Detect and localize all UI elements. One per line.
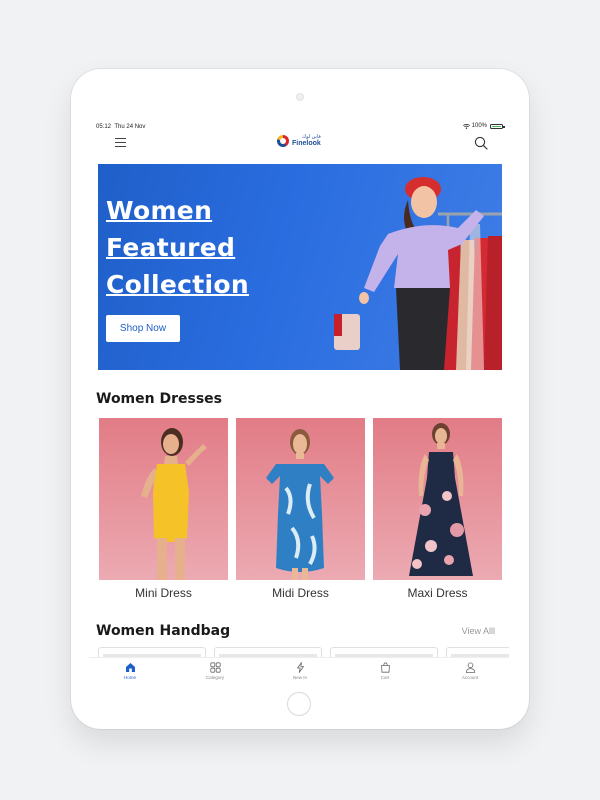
shop-now-button[interactable]: Shop Now bbox=[106, 315, 180, 342]
dress-card-mini[interactable]: Mini Dress bbox=[99, 418, 228, 600]
women-dresses-title: Women Dresses bbox=[96, 391, 222, 407]
status-time: 05:12 bbox=[96, 124, 112, 130]
tab-cart[interactable]: Cart bbox=[355, 662, 415, 680]
battery-icon bbox=[490, 123, 505, 129]
maxi-dress-image bbox=[409, 423, 473, 576]
tab-account[interactable]: Account bbox=[440, 662, 500, 680]
tab-home[interactable]: Home bbox=[100, 662, 160, 680]
tab-label: New In bbox=[292, 675, 307, 680]
lightning-icon bbox=[296, 662, 304, 673]
tab-category[interactable]: Category bbox=[185, 662, 245, 680]
tab-label: Account bbox=[461, 675, 479, 680]
device-home-button[interactable] bbox=[287, 692, 311, 716]
tab-new-in[interactable]: New In bbox=[270, 662, 330, 680]
app-header: فاين لوك Finelook bbox=[89, 132, 509, 154]
dress-card-list: Mini Dress Midi Dress Maxi Dress bbox=[99, 418, 509, 608]
mini-dress bbox=[153, 464, 189, 542]
tab-label: Category bbox=[205, 675, 225, 680]
menu-icon[interactable] bbox=[115, 138, 126, 147]
banner-title: Women Featured Collection bbox=[106, 196, 249, 299]
women-handbag-title: Women Handbag bbox=[96, 623, 231, 639]
dress-card-midi[interactable]: Midi Dress bbox=[236, 418, 365, 600]
banner-model-image bbox=[334, 177, 502, 370]
user-icon bbox=[465, 662, 475, 673]
dress-card-label: Midi Dress bbox=[272, 586, 329, 600]
shopping-bag-icon bbox=[380, 662, 390, 673]
home-icon bbox=[125, 663, 135, 672]
camera bbox=[296, 93, 304, 101]
hero-banner[interactable]: Women Featured Collection Shop Now bbox=[98, 164, 502, 370]
tab-label: Home bbox=[123, 675, 136, 680]
logo-mark-icon bbox=[277, 135, 289, 147]
search-icon[interactable] bbox=[474, 136, 488, 150]
app-screen: 05:12 Thu 24 Nov 100% فاين لوك Finelook bbox=[89, 120, 509, 688]
brand-logo[interactable]: فاين لوك Finelook bbox=[277, 135, 321, 147]
midi-dress-image bbox=[266, 429, 334, 580]
dress-card-label: Maxi Dress bbox=[407, 586, 468, 600]
dress-card-maxi[interactable]: Maxi Dress bbox=[373, 418, 502, 600]
dress-card-label: Mini Dress bbox=[135, 586, 192, 600]
logo-name: Finelook bbox=[292, 140, 321, 147]
category-icon bbox=[209, 662, 221, 673]
mini-dress-image bbox=[141, 428, 207, 580]
status-date: Thu 24 Nov bbox=[114, 124, 146, 130]
battery-percent: 100% bbox=[471, 123, 487, 129]
view-all-link[interactable]: View Alll bbox=[462, 626, 495, 636]
wifi-icon bbox=[462, 123, 470, 129]
tab-label: Cart bbox=[380, 675, 390, 680]
bottom-tab-bar: Home Category New In Cart Account bbox=[89, 657, 509, 688]
